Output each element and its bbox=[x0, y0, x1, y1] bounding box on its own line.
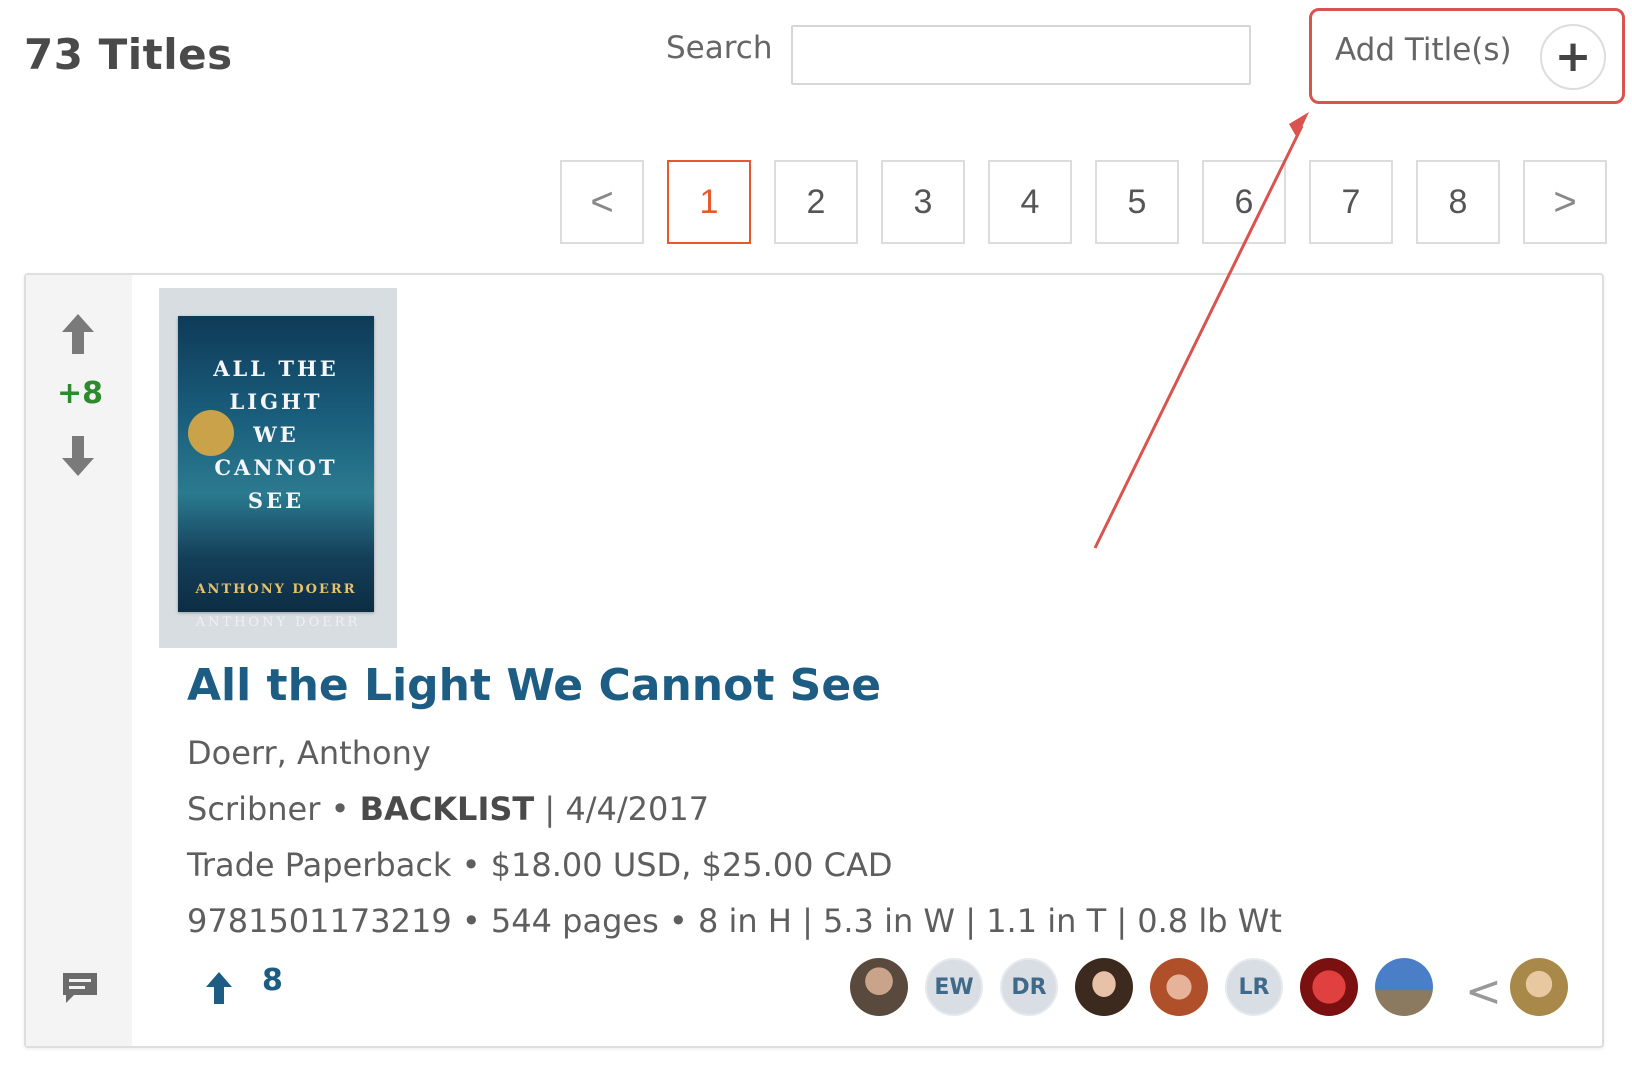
book-specs: 9781501173219 • 544 pages • 8 in H | 5.3… bbox=[187, 902, 1282, 940]
add-titles-button[interactable]: + bbox=[1540, 24, 1606, 90]
pagination-page-1[interactable]: 1 bbox=[667, 160, 751, 244]
avatar[interactable]: EW bbox=[925, 958, 983, 1016]
add-titles-label[interactable]: Add Title(s) bbox=[1335, 32, 1512, 68]
book-title-link[interactable]: All the Light We Cannot See bbox=[187, 660, 881, 711]
plus-icon: + bbox=[1554, 31, 1592, 82]
separator-pipe: | bbox=[544, 790, 556, 828]
book-format-price: Trade Paperback • $18.00 USD, $25.00 CAD bbox=[187, 846, 893, 884]
cover-author-reflection: ANTHONY DOERR bbox=[195, 615, 361, 630]
list-type: BACKLIST bbox=[359, 790, 535, 828]
book-publisher-line: Scribner • BACKLIST | 4/4/2017 bbox=[187, 790, 709, 828]
arrow-down-icon[interactable] bbox=[60, 434, 96, 478]
avatar[interactable] bbox=[850, 958, 908, 1016]
search-input[interactable] bbox=[791, 25, 1251, 85]
pagination-prev-button[interactable]: < bbox=[560, 160, 644, 244]
arrow-up-icon bbox=[206, 972, 232, 1004]
cover-author-text: ANTHONY DOERR bbox=[195, 582, 357, 597]
pagination-page-7[interactable]: 7 bbox=[1309, 160, 1393, 244]
pagination-page-2[interactable]: 2 bbox=[774, 160, 858, 244]
book-publisher: Scribner bbox=[187, 790, 321, 828]
pagination-page-8[interactable]: 8 bbox=[1416, 160, 1500, 244]
pagination-page-6[interactable]: 6 bbox=[1202, 160, 1286, 244]
avatar[interactable] bbox=[1375, 958, 1433, 1016]
likes-count: 8 bbox=[262, 963, 283, 998]
chevron-right-icon: > bbox=[1553, 179, 1577, 224]
avatar[interactable]: LR bbox=[1225, 958, 1283, 1016]
pagination-page-3[interactable]: 3 bbox=[881, 160, 965, 244]
search-label: Search bbox=[666, 30, 773, 66]
arrow-up-icon[interactable] bbox=[60, 312, 96, 356]
avatar[interactable]: DR bbox=[1000, 958, 1058, 1016]
comment-icon[interactable] bbox=[60, 970, 100, 1006]
chevron-left-icon: < bbox=[590, 179, 614, 224]
pagination-page-5[interactable]: 5 bbox=[1095, 160, 1179, 244]
pub-date: 4/4/2017 bbox=[565, 790, 710, 828]
avatar[interactable] bbox=[1300, 958, 1358, 1016]
chevron-left-icon[interactable]: < bbox=[1465, 966, 1502, 1017]
cover-title-lines: ALL THE LIGHT WE CANNOT SEE bbox=[213, 356, 339, 513]
avatar[interactable] bbox=[1075, 958, 1133, 1016]
pagination-page-4[interactable]: 4 bbox=[988, 160, 1072, 244]
book-author: Doerr, Anthony bbox=[187, 734, 431, 772]
pagination-next-button[interactable]: > bbox=[1523, 160, 1607, 244]
titles-count: 73 Titles bbox=[24, 30, 233, 79]
avatar[interactable] bbox=[1510, 958, 1568, 1016]
avatar[interactable] bbox=[1150, 958, 1208, 1016]
vote-score: +8 bbox=[56, 376, 103, 411]
separator-dot: • bbox=[330, 790, 350, 828]
cover-title-text: ALL THE LIGHT WE CANNOT SEE bbox=[180, 352, 372, 517]
